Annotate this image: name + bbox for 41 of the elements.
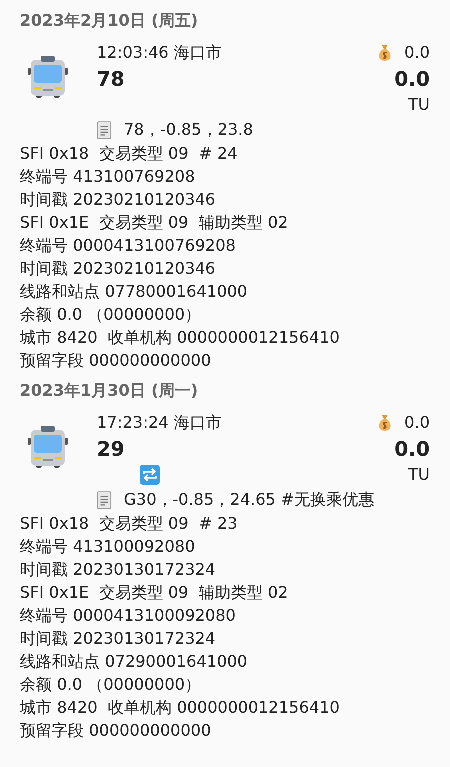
date-heading: 2023年1月30日 (周一) xyxy=(20,380,200,402)
amount-value: 0.0 xyxy=(394,66,430,93)
detail-line: 预留字段 000000000000 xyxy=(20,350,212,372)
route-number: 29 xyxy=(97,436,126,463)
memo-text: 78，-0.85，23.8 xyxy=(124,119,254,141)
detail-line: 城市 8420 收单机构 0000000012156410 xyxy=(20,327,341,349)
unit-label: TU xyxy=(408,464,430,486)
detail-line: 终端号 413100769208 xyxy=(20,166,196,188)
amount-value: 0.0 xyxy=(394,436,430,463)
detail-line: 时间戳 20230130172324 xyxy=(20,559,217,581)
memo-text: G30，-0.85，24.65 #无换乘优惠 xyxy=(124,489,374,511)
money-bag-icon xyxy=(376,44,393,62)
detail-line: 线路和站点 07290001641000 xyxy=(20,651,249,673)
detail-line: 线路和站点 07780001641000 xyxy=(20,281,249,303)
balance-value: 0.0 xyxy=(404,412,430,434)
time-city: 17:23:24 海口市 xyxy=(97,412,223,434)
detail-line: SFI 0x18 交易类型 09 # 24 xyxy=(20,143,239,165)
time-city: 12:03:46 海口市 xyxy=(97,42,223,64)
detail-line: SFI 0x18 交易类型 09 # 23 xyxy=(20,513,239,535)
bus-icon xyxy=(28,56,68,98)
date-heading: 2023年2月10日 (周五) xyxy=(20,10,200,32)
detail-line: 时间戳 20230210120346 xyxy=(20,189,217,211)
balance-value: 0.0 xyxy=(404,42,430,64)
route-number: 78 xyxy=(97,66,126,93)
detail-line: 余额 0.0 （00000000） xyxy=(20,674,202,696)
detail-line: 终端号 0000413100769208 xyxy=(20,235,237,257)
detail-line: 余额 0.0 （00000000） xyxy=(20,304,202,326)
detail-line: 时间戳 20230210120346 xyxy=(20,258,217,280)
detail-line: 时间戳 20230130172324 xyxy=(20,628,217,650)
detail-line: SFI 0x1E 交易类型 09 辅助类型 02 xyxy=(20,582,290,604)
detail-line: 终端号 0000413100092080 xyxy=(20,605,237,627)
transfer-icon xyxy=(140,465,160,485)
detail-line: 终端号 413100092080 xyxy=(20,536,196,558)
memo-icon xyxy=(97,120,112,140)
detail-line: 预留字段 000000000000 xyxy=(20,720,212,742)
memo-icon xyxy=(97,490,112,510)
money-bag-icon xyxy=(376,414,393,432)
detail-line: SFI 0x1E 交易类型 09 辅助类型 02 xyxy=(20,212,290,234)
unit-label: TU xyxy=(408,94,430,116)
bus-icon xyxy=(28,426,68,468)
detail-line: 城市 8420 收单机构 0000000012156410 xyxy=(20,697,341,719)
